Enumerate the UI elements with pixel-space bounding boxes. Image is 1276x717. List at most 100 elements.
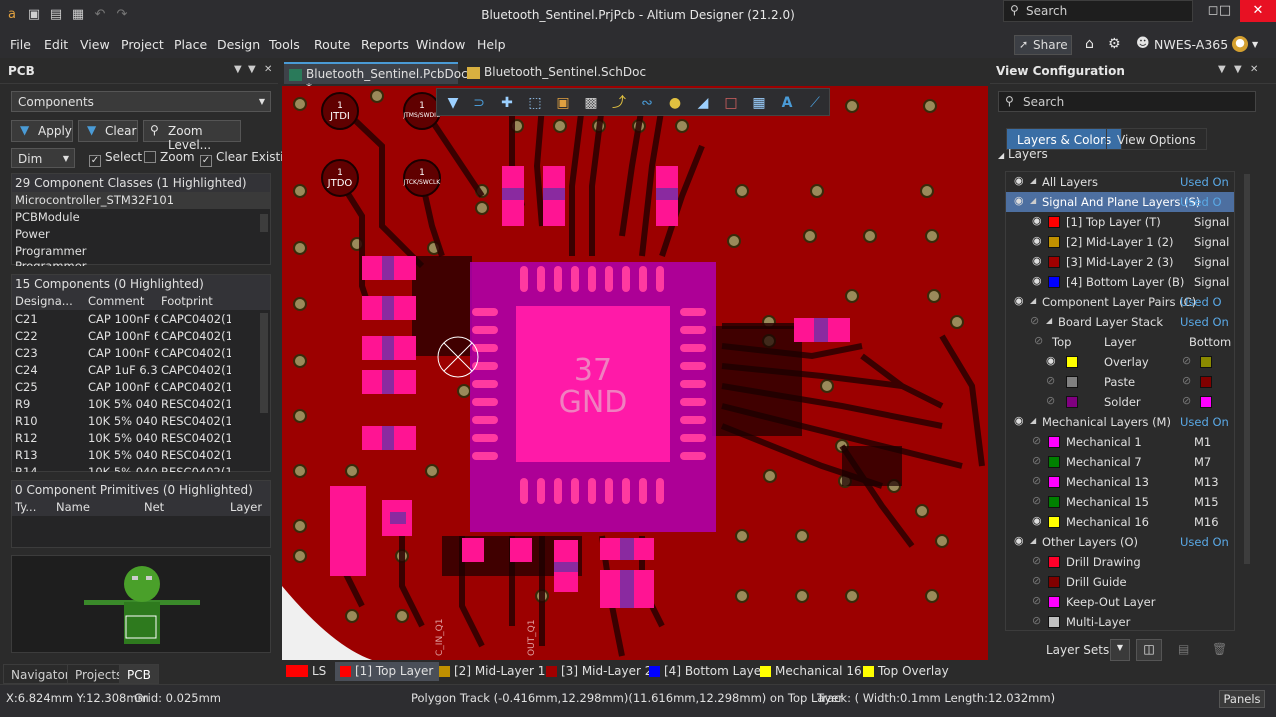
column-designator[interactable]: Designa...: [15, 294, 85, 308]
gear-icon[interactable]: ⚙: [1108, 36, 1121, 52]
visibility-eye-icon[interactable]: ⊘: [1182, 395, 1194, 407]
list-item[interactable]: Power: [12, 226, 270, 243]
scrollbar[interactable]: [1244, 174, 1250, 564]
bottom-layer-color-swatch[interactable]: [1200, 356, 1212, 368]
menu-edit[interactable]: Edit: [44, 37, 68, 52]
layer-row[interactable]: ◉ ◢ Mechanical Layers (M) Used On: [1006, 412, 1234, 432]
table-row[interactable]: C21 CAP 100nF 6.3CAPC0402(100: [12, 311, 270, 328]
top-layer-color-swatch[interactable]: [1066, 356, 1078, 368]
route-icon[interactable]: ⤴: [609, 93, 629, 113]
visibility-eye-icon[interactable]: ⊘: [1032, 435, 1044, 447]
layer-row[interactable]: ⊘ Mechanical 7 M7: [1006, 452, 1234, 472]
polygon-icon[interactable]: ◢: [693, 93, 713, 113]
list-item[interactable]: PCBModule: [12, 209, 270, 226]
visibility-eye-icon[interactable]: ◉: [1014, 295, 1026, 307]
layer-row[interactable]: ◉ Mechanical 16 M16: [1006, 512, 1234, 532]
layer-search-input[interactable]: ⚲ Search: [998, 91, 1256, 112]
share-button[interactable]: ➚ Share: [1014, 35, 1072, 55]
layer-row[interactable]: ◉ [2] Mid-Layer 1 (2) Signal: [1006, 232, 1234, 252]
text-icon[interactable]: A: [777, 93, 797, 113]
visibility-eye-icon[interactable]: ⊘: [1182, 375, 1194, 387]
layer-row[interactable]: ⊘ Drill Guide: [1006, 572, 1234, 592]
visibility-eye-icon[interactable]: ◉: [1014, 535, 1026, 547]
table-row[interactable]: R13 10K 5% 0402(RESC0402(100: [12, 447, 270, 464]
user-icon[interactable]: ☻: [1136, 36, 1150, 51]
layer-color-swatch[interactable]: [1048, 216, 1060, 228]
bottom-layer-color-swatch[interactable]: [1200, 396, 1212, 408]
visibility-eye-icon[interactable]: ⊘: [1034, 335, 1046, 347]
layer-color-swatch[interactable]: [1048, 516, 1060, 528]
close-icon[interactable]: ✕: [1240, 0, 1276, 22]
layer-color-swatch[interactable]: [1048, 436, 1060, 448]
layer-tab-bottom[interactable]: [4] Bottom Layer: [644, 662, 772, 681]
top-layer-color-swatch[interactable]: [1066, 376, 1078, 388]
menu-window[interactable]: Window: [416, 37, 465, 52]
visibility-eye-icon[interactable]: ◉: [1032, 515, 1044, 527]
visibility-eye-icon[interactable]: ⊘: [1032, 615, 1044, 627]
clear-button[interactable]: ▼ Clear: [78, 120, 138, 142]
save-icon[interactable]: ▤: [1178, 642, 1189, 656]
layer-row[interactable]: ◉ [3] Mid-Layer 2 (3) Signal: [1006, 252, 1234, 272]
via-icon[interactable]: ●: [665, 93, 685, 113]
column-footprint[interactable]: Footprint: [161, 294, 236, 308]
layer-tab-mid2[interactable]: [3] Mid-Layer 2: [541, 662, 658, 681]
visibility-eye-icon[interactable]: ⊘: [1182, 355, 1194, 367]
table-row[interactable]: R10 10K 5% 0402(RESC0402(100: [12, 413, 270, 430]
layer-set-ls[interactable]: LS: [282, 662, 332, 681]
menu-design[interactable]: Design: [217, 37, 260, 52]
visibility-eye-icon[interactable]: ◉: [1014, 175, 1026, 187]
collapse-triangle-icon[interactable]: ◢: [1030, 176, 1036, 185]
align-icon[interactable]: ▣: [553, 93, 573, 113]
layer-tab-top[interactable]: [1] Top Layer: [335, 662, 440, 681]
visibility-eye-icon[interactable]: ◉: [1046, 355, 1058, 367]
list-item[interactable]: Programmer: [12, 258, 270, 266]
line-icon[interactable]: ⟋: [805, 93, 825, 113]
menu-route[interactable]: Route: [314, 37, 350, 52]
collapse-triangle-icon[interactable]: ◢: [1046, 316, 1052, 325]
table-row[interactable]: R9 10K 5% 0402(RESC0402(100: [12, 396, 270, 413]
pcb-mode-dropdown[interactable]: Components ▼: [11, 91, 271, 112]
visibility-eye-icon[interactable]: ⊘: [1032, 555, 1044, 567]
table-row[interactable]: C23 CAP 100nF 6.3CAPC0402(100: [12, 345, 270, 362]
table-row[interactable]: C25 CAP 100nF 6.3CAPC0402(100: [12, 379, 270, 396]
keepout-icon[interactable]: □: [721, 93, 741, 113]
menu-reports[interactable]: Reports: [361, 37, 409, 52]
visibility-eye-icon[interactable]: ◉: [1032, 275, 1044, 287]
layer-color-swatch[interactable]: [1048, 276, 1060, 288]
dimension-icon[interactable]: ▦: [749, 93, 769, 113]
layer-row[interactable]: ◉ [4] Bottom Layer (B) Signal: [1006, 272, 1234, 292]
layer-color-swatch[interactable]: [1048, 556, 1060, 568]
home-icon[interactable]: ⌂: [1085, 36, 1094, 52]
diff-pair-icon[interactable]: ∾: [637, 93, 657, 113]
panels-button[interactable]: Panels: [1219, 690, 1265, 708]
pcb-canvas[interactable]: 1 JTDI 1 JTMS/SWDIO 1 JTDO 1 JTCK/SWCLK …: [282, 86, 988, 660]
layer-row[interactable]: ⊘ Mechanical 1 M1: [1006, 432, 1234, 452]
table-row[interactable]: C22 CAP 100nF 6.3CAPC0402(100: [12, 328, 270, 345]
tab-pcbdoc[interactable]: Bluetooth_Sentinel.PcbDoc *: [284, 62, 468, 95]
scrollbar[interactable]: [260, 214, 268, 232]
column-net[interactable]: Net: [144, 500, 164, 514]
collapse-triangle-icon[interactable]: ◢: [1030, 196, 1036, 205]
menu-view[interactable]: View: [80, 37, 110, 52]
layer-color-swatch[interactable]: [1048, 496, 1060, 508]
tab-schdoc[interactable]: Bluetooth_Sentinel.SchDoc: [462, 62, 646, 84]
visibility-eye-icon[interactable]: ◉: [1014, 195, 1026, 207]
layer-tab-mid1[interactable]: [2] Mid-Layer 1: [434, 662, 551, 681]
visibility-eye-icon[interactable]: ◉: [1032, 215, 1044, 227]
layer-row[interactable]: ⊘ ⊘ Paste: [1006, 372, 1234, 392]
maximize-icon[interactable]: □: [1210, 0, 1240, 22]
chevron-down-icon[interactable]: ▼: [1252, 40, 1258, 49]
scrollbar[interactable]: [260, 313, 268, 413]
zoom-checkbox[interactable]: Zoom: [144, 150, 195, 164]
visibility-eye-icon[interactable]: ⊘: [1032, 455, 1044, 467]
component-icon[interactable]: ▩: [581, 93, 601, 113]
layer-tab-top-overlay[interactable]: Top Overlay: [858, 662, 955, 681]
menu-help[interactable]: Help: [477, 37, 506, 52]
visibility-eye-icon[interactable]: ⊘: [1032, 495, 1044, 507]
select-rectangle-icon[interactable]: ⬚: [525, 93, 545, 113]
table-row[interactable]: C24 CAP 1uF 6.3VCAPC0402(100: [12, 362, 270, 379]
clear-existing-checkbox[interactable]: ✓ Clear Existin: [200, 150, 291, 167]
column-comment[interactable]: Comment: [88, 294, 158, 308]
column-type[interactable]: Ty...: [15, 500, 36, 514]
snap-icon[interactable]: ⊃: [469, 93, 489, 113]
